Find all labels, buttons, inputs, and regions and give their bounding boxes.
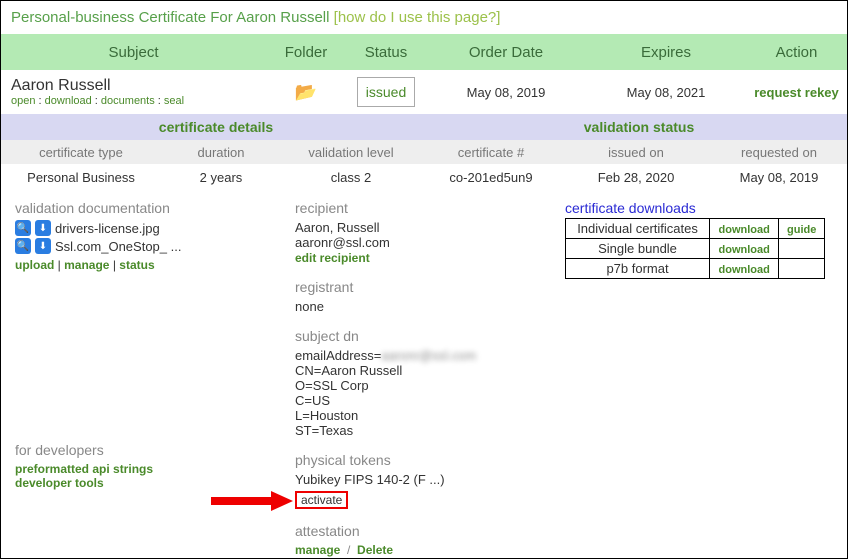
- registrant-value: none: [295, 299, 555, 314]
- section-headers: certificate details validation status: [1, 114, 847, 140]
- col-order-date: Order Date: [426, 44, 586, 61]
- certificate-details-header: certificate details: [1, 119, 431, 135]
- request-rekey-link[interactable]: request rekey: [754, 85, 839, 100]
- meta-duration-v: 2 years: [161, 170, 281, 185]
- meta-level-v: class 2: [281, 170, 421, 185]
- meta-certno-v: co-201ed5un9: [421, 170, 561, 185]
- dn-st: ST=Texas: [295, 423, 555, 438]
- recipient-title: recipient: [295, 200, 555, 216]
- subject-name: Aaron Russell: [11, 77, 266, 95]
- page-title-row: Personal-business Certificate For Aaron …: [1, 1, 847, 34]
- download-link[interactable]: download: [45, 95, 92, 107]
- column-headers: Subject Folder Status Order Date Expires…: [1, 34, 847, 70]
- recipient-email: aaronr@ssl.com: [295, 235, 555, 250]
- attestation-title: attestation: [295, 523, 555, 539]
- expires-value: May 08, 2021: [586, 85, 746, 100]
- dn-o: O=SSL Corp: [295, 378, 555, 393]
- download-icon[interactable]: ⬇: [35, 220, 51, 236]
- meta-duration-h: duration: [161, 145, 281, 160]
- registrant-title: registrant: [295, 279, 555, 295]
- validation-doc-row: 🔍 ⬇ Ssl.com_OneStop_ ...: [15, 238, 285, 254]
- certificate-row: Aaron Russell open : download : document…: [1, 70, 847, 114]
- col-expires: Expires: [586, 44, 746, 61]
- dn-email-value: aaronr@ssl.com: [381, 348, 476, 363]
- arrow-icon: [205, 489, 295, 513]
- meta-certno-h: certificate #: [421, 145, 561, 160]
- upload-link[interactable]: upload: [15, 258, 54, 272]
- status-link[interactable]: status: [119, 258, 154, 272]
- token-value: Yubikey FIPS 140-2 (F ...): [295, 472, 555, 487]
- dl-row-label: p7b format: [566, 259, 710, 279]
- validation-doc-2[interactable]: Ssl.com_OneStop_ ...: [55, 239, 181, 254]
- attestation-delete-link[interactable]: Delete: [357, 543, 393, 557]
- dl-row-label: Single bundle: [566, 239, 710, 259]
- dl-guide-link[interactable]: guide: [787, 224, 816, 236]
- magnify-icon[interactable]: 🔍: [15, 220, 31, 236]
- for-developers-title: for developers: [15, 442, 285, 458]
- validation-status-header: validation status: [431, 119, 847, 135]
- status-value: issued: [357, 77, 415, 107]
- meta-requested-h: requested on: [711, 145, 847, 160]
- attestation-manage-link[interactable]: manage: [295, 543, 340, 557]
- subject-dn-title: subject dn: [295, 328, 555, 344]
- col-subject: Subject: [1, 44, 266, 61]
- table-row: Single bundle download: [566, 239, 825, 259]
- validation-doc-row: 🔍 ⬇ drivers-license.jpg: [15, 220, 285, 236]
- validation-docs-title: validation documentation: [15, 200, 285, 216]
- meta-values: Personal Business 2 years class 2 co-201…: [1, 164, 847, 190]
- api-strings-link[interactable]: preformatted api strings: [15, 462, 285, 476]
- dl-empty: [779, 239, 825, 259]
- dl-download-link[interactable]: download: [719, 244, 770, 256]
- downloads-table: Individual certificates download guide S…: [565, 218, 825, 279]
- recipient-name: Aaron, Russell: [295, 220, 555, 235]
- validation-doc-1[interactable]: drivers-license.jpg: [55, 221, 160, 236]
- subject-action-links: open : download : documents : seal: [11, 95, 266, 107]
- folder-icon[interactable]: 📂: [295, 82, 317, 102]
- order-date-value: May 08, 2019: [426, 85, 586, 100]
- help-link[interactable]: [how do I use this page?]: [334, 9, 501, 26]
- developer-tools-link[interactable]: developer tools: [15, 476, 285, 490]
- page-title: Personal-business Certificate For Aaron …: [11, 9, 329, 26]
- meta-requested-v: May 08, 2019: [711, 170, 847, 185]
- dl-row-label: Individual certificates: [566, 219, 710, 239]
- meta-type-v: Personal Business: [1, 170, 161, 185]
- meta-issued-v: Feb 28, 2020: [561, 170, 711, 185]
- dn-cn: CN=Aaron Russell: [295, 363, 555, 378]
- dl-download-link[interactable]: download: [719, 264, 770, 276]
- edit-recipient-link[interactable]: edit recipient: [295, 251, 370, 265]
- seal-link[interactable]: seal: [164, 95, 184, 107]
- magnify-icon[interactable]: 🔍: [15, 238, 31, 254]
- col-status: Status: [346, 44, 426, 61]
- validation-doc-actions: upload | manage | status: [15, 258, 285, 272]
- download-icon[interactable]: ⬇: [35, 238, 51, 254]
- dn-l: L=Houston: [295, 408, 555, 423]
- dn-c: C=US: [295, 393, 555, 408]
- open-link[interactable]: open: [11, 95, 35, 107]
- dn-email-label: emailAddress=: [295, 348, 381, 363]
- documents-link[interactable]: documents: [101, 95, 155, 107]
- table-row: p7b format download: [566, 259, 825, 279]
- activate-link[interactable]: activate: [295, 491, 348, 509]
- certificate-downloads-title: certificate downloads: [565, 200, 833, 216]
- meta-headers: certificate type duration validation lev…: [1, 140, 847, 164]
- col-folder: Folder: [266, 44, 346, 61]
- meta-level-h: validation level: [281, 145, 421, 160]
- col-action: Action: [746, 44, 847, 61]
- dl-download-link[interactable]: download: [719, 224, 770, 236]
- manage-link[interactable]: manage: [64, 258, 109, 272]
- dn-email: emailAddress=aaronr@ssl.com: [295, 348, 555, 363]
- table-row: Individual certificates download guide: [566, 219, 825, 239]
- dl-empty: [779, 259, 825, 279]
- meta-issued-h: issued on: [561, 145, 711, 160]
- physical-tokens-title: physical tokens: [295, 452, 555, 468]
- meta-type-h: certificate type: [1, 145, 161, 160]
- attestation-actions: manage / Delete: [295, 543, 555, 557]
